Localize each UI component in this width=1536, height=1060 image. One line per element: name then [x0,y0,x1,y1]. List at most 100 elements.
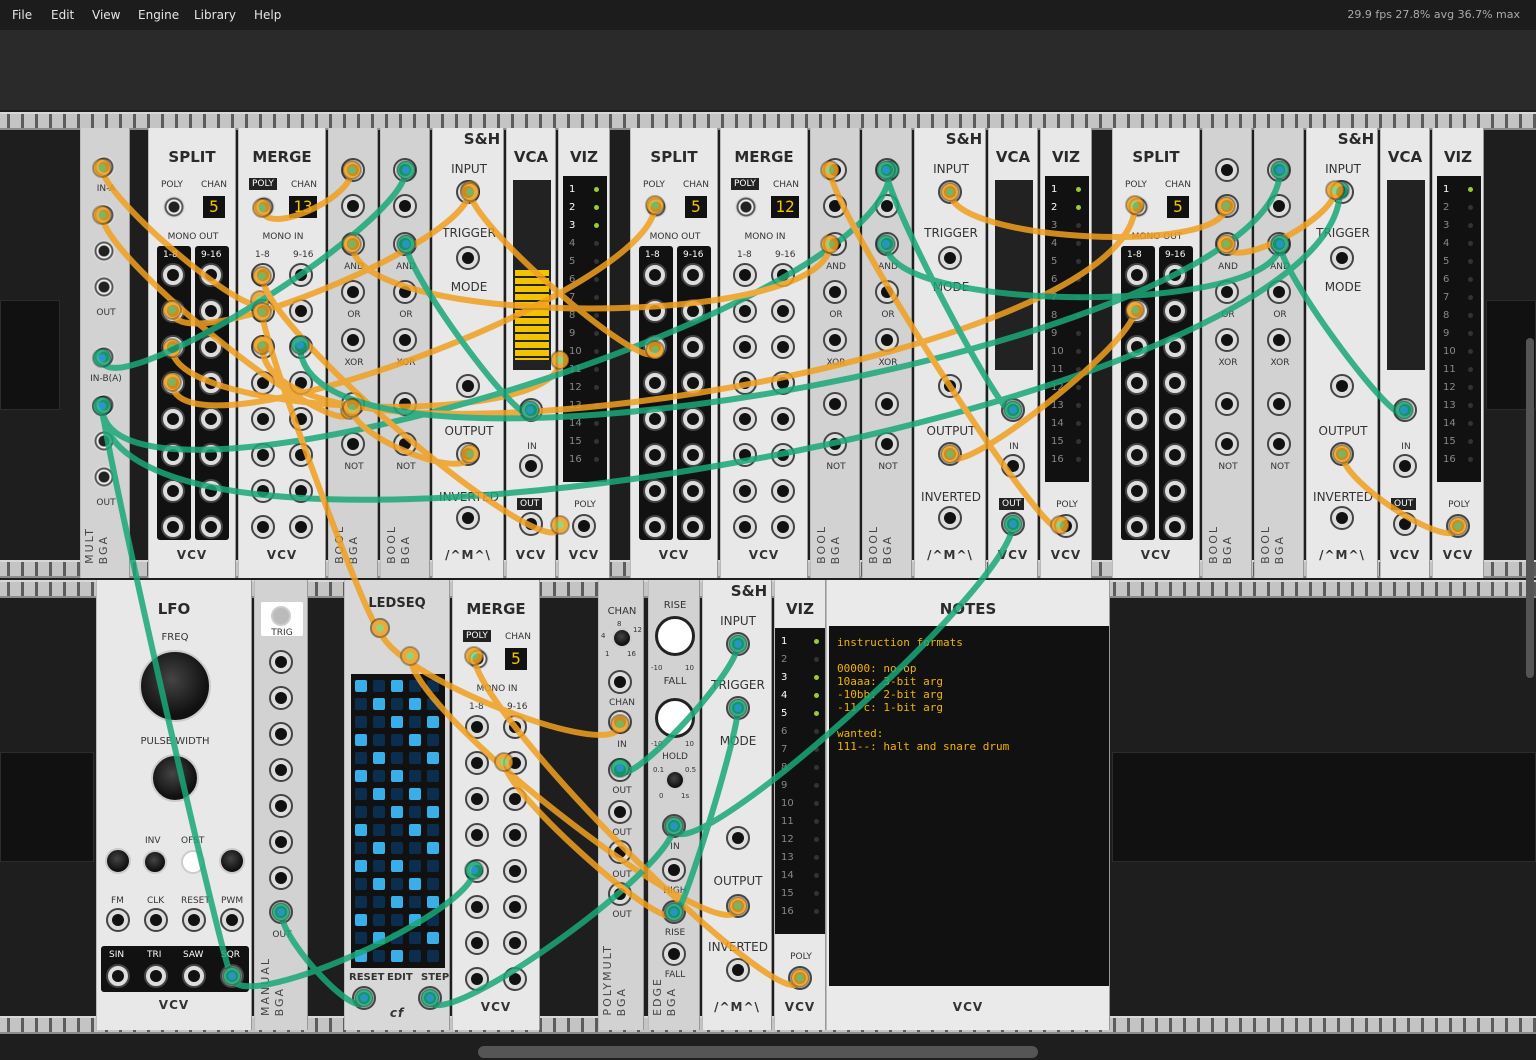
notes-text-area[interactable]: instruction formats 00000: no-op 10aaa: … [829,626,1109,986]
menu-help[interactable]: Help [254,8,281,22]
viz-module[interactable]: VIZ 1 2 3 4 5 6 7 8 9 10 11 12 13 14 15 … [1040,128,1092,578]
sample-and-hold-module[interactable]: S&H INPUT TRIGGER MODE OUTPUT INVERTED /… [702,580,772,1030]
fm-knob[interactable] [105,848,131,874]
split-module[interactable]: SPLIT POLY CHAN 5 MONO OUT 1-8 9-16 VCV [1112,128,1200,578]
poly-label: POLY [731,178,759,190]
and-label: AND [878,262,898,272]
in-a-label: IN-A [96,184,116,194]
not-label: NOT [826,462,846,472]
bool-name: BOOL [333,525,346,564]
vca-module[interactable]: VCA IN OUT VCV [506,128,556,578]
manual-name: MANUAL [259,957,272,1016]
poly-out-jack[interactable] [253,196,275,218]
tick-label: 1 [605,650,610,658]
menu-view[interactable]: View [92,8,120,22]
trig-button[interactable] [271,606,291,626]
out-jack[interactable] [93,240,115,262]
in-label: IN [1401,442,1411,452]
output-label: OUTPUT [1318,424,1368,438]
vertical-scrollbar[interactable] [1526,338,1534,678]
merge-module[interactable]: MERGE POLY CHAN 13 MONO IN 1-8 9-16 VCV [238,128,326,578]
range-label: 9-16 [507,702,528,712]
vca-title: VCA [513,148,549,166]
bool-module[interactable]: AND OR XOR NOT BOOL BGA [328,128,378,578]
empty-slot [1112,752,1536,862]
bool-module[interactable]: AND OR XOR NOT BOOL BGA [380,128,430,578]
out-jack[interactable] [93,466,115,488]
pulse-width-knob[interactable] [151,754,199,802]
led-grid[interactable] [351,674,445,968]
menu-library[interactable]: Library [194,8,236,22]
and-label: AND [396,262,416,272]
bool-name: BOOL [1259,525,1272,564]
not-label: NOT [1218,462,1238,472]
bool-module[interactable]: AND OR XOR NOT BOOL BGA [1202,128,1252,578]
out-jack[interactable] [93,430,115,452]
horizontal-scrollbar[interactable] [478,1046,1038,1058]
in-jack[interactable] [93,204,115,226]
edge-module[interactable]: RISE -10 10 FALL -10 10 HOLD 0.1 0.5 0 1… [648,580,700,1030]
notes-module[interactable]: NOTES instruction formats 00000: no-op 1… [826,580,1110,1030]
bool-module[interactable]: AND OR XOR NOT BOOL BGA [862,128,912,578]
in-b-jack[interactable] [93,346,115,368]
performance-status: 29.9 fps 27.8% avg 36.7% max [1347,8,1520,21]
mono-out-label: MONO OUT [1131,232,1183,242]
ofst-button[interactable] [181,850,205,874]
sample-and-hold-module[interactable]: S&H INPUT TRIGGER MODE OUTPUT INVERTED /… [914,128,986,578]
in-a-jack[interactable] [93,156,115,178]
poly-in-jack[interactable] [645,196,667,218]
level-meter [1387,180,1425,370]
inv-button[interactable] [143,850,167,874]
ledseq-module[interactable]: LEDSEQ RESET EDIT STEP cf [344,580,450,1030]
not-label: NOT [1270,462,1290,472]
viz-module[interactable]: VIZ 1 2 3 4 5 6 7 8 9 10 11 12 13 14 15 … [558,128,610,578]
pwm-knob[interactable] [219,848,245,874]
chan-knob[interactable] [612,628,632,648]
split-module[interactable]: SPLIT POLY CHAN 5 MONO OUT 1-8 9-16 VCV [630,128,718,578]
manual-module[interactable]: TRIG OUT MANUAL BGA [254,580,308,1030]
vca-module[interactable]: VCA IN OUT VCV [988,128,1038,578]
rise-knob[interactable] [655,616,695,656]
lfo-module[interactable]: LFO FREQ PULSE WIDTH INV OFST FM CLK RES… [96,580,252,1030]
trigger-label: TRIGGER [924,226,978,240]
sample-and-hold-module[interactable]: S&H INPUT TRIGGER MODE OUTPUT INVERTED /… [432,128,504,578]
rise-max-label: 10 [685,664,694,672]
or-label: OR [399,310,413,320]
fall-knob[interactable] [655,698,695,738]
sample-and-hold-module[interactable]: S&H INPUT TRIGGER MODE OUTPUT INVERTED /… [1306,128,1378,578]
menu-edit[interactable]: Edit [51,8,74,22]
hold-knob[interactable] [665,770,685,790]
vca-module[interactable]: VCA IN OUT VCV [1380,128,1430,578]
or-label: OR [347,310,361,320]
outputs-column [157,246,191,540]
menu-file[interactable]: File [12,8,32,22]
poly-in-jack[interactable] [163,196,185,218]
ofst-label: OFST [181,836,205,846]
freq-knob[interactable] [139,650,211,722]
polymult-module[interactable]: CHAN 4 8 12 1 16 CHAN IN OUT OUT OUT OUT… [598,580,644,1030]
level-meter [995,180,1033,370]
viz-module[interactable]: VIZ 1 2 3 4 5 6 7 8 9 10 11 12 13 14 15 … [774,580,826,1030]
poly-out-jack[interactable] [467,648,489,670]
bool-module[interactable]: AND OR XOR NOT BOOL BGA [810,128,860,578]
in-label: IN [617,740,627,750]
merge-module[interactable]: MERGE POLY CHAN 12 MONO IN 1-8 9-16 VCV [720,128,808,578]
menu-engine[interactable]: Engine [138,8,179,22]
viz-module[interactable]: VIZ 1 2 3 4 5 6 7 8 9 10 11 12 13 14 15 … [1432,128,1484,578]
split-module[interactable]: SPLIT POLY CHAN 5 MONO OUT 1-8 9-16 VCV [148,128,236,578]
vcv-brand: VCV [515,548,547,562]
out-label: OUT [612,870,632,880]
vcv-brand: VCV [1389,548,1421,562]
or-label: OR [881,310,895,320]
poly-in-jack[interactable] [1127,196,1149,218]
inverted-label: INVERTED [1313,490,1373,504]
range-label: 9-16 [1165,250,1186,260]
out-jack[interactable] [93,276,115,298]
out-jack[interactable] [93,394,115,416]
bool-module[interactable]: AND OR XOR NOT BOOL BGA [1254,128,1304,578]
merge-module[interactable]: MERGE POLY CHAN 5 MONO IN 1-8 9-16 VCV [452,580,540,1030]
bga-brand: BGA [347,534,360,564]
mult-module[interactable]: IN-A OUT IN-B(A) OUT MULT BGA [80,128,130,578]
fm-label: FM [111,896,124,906]
poly-out-jack[interactable] [735,196,757,218]
